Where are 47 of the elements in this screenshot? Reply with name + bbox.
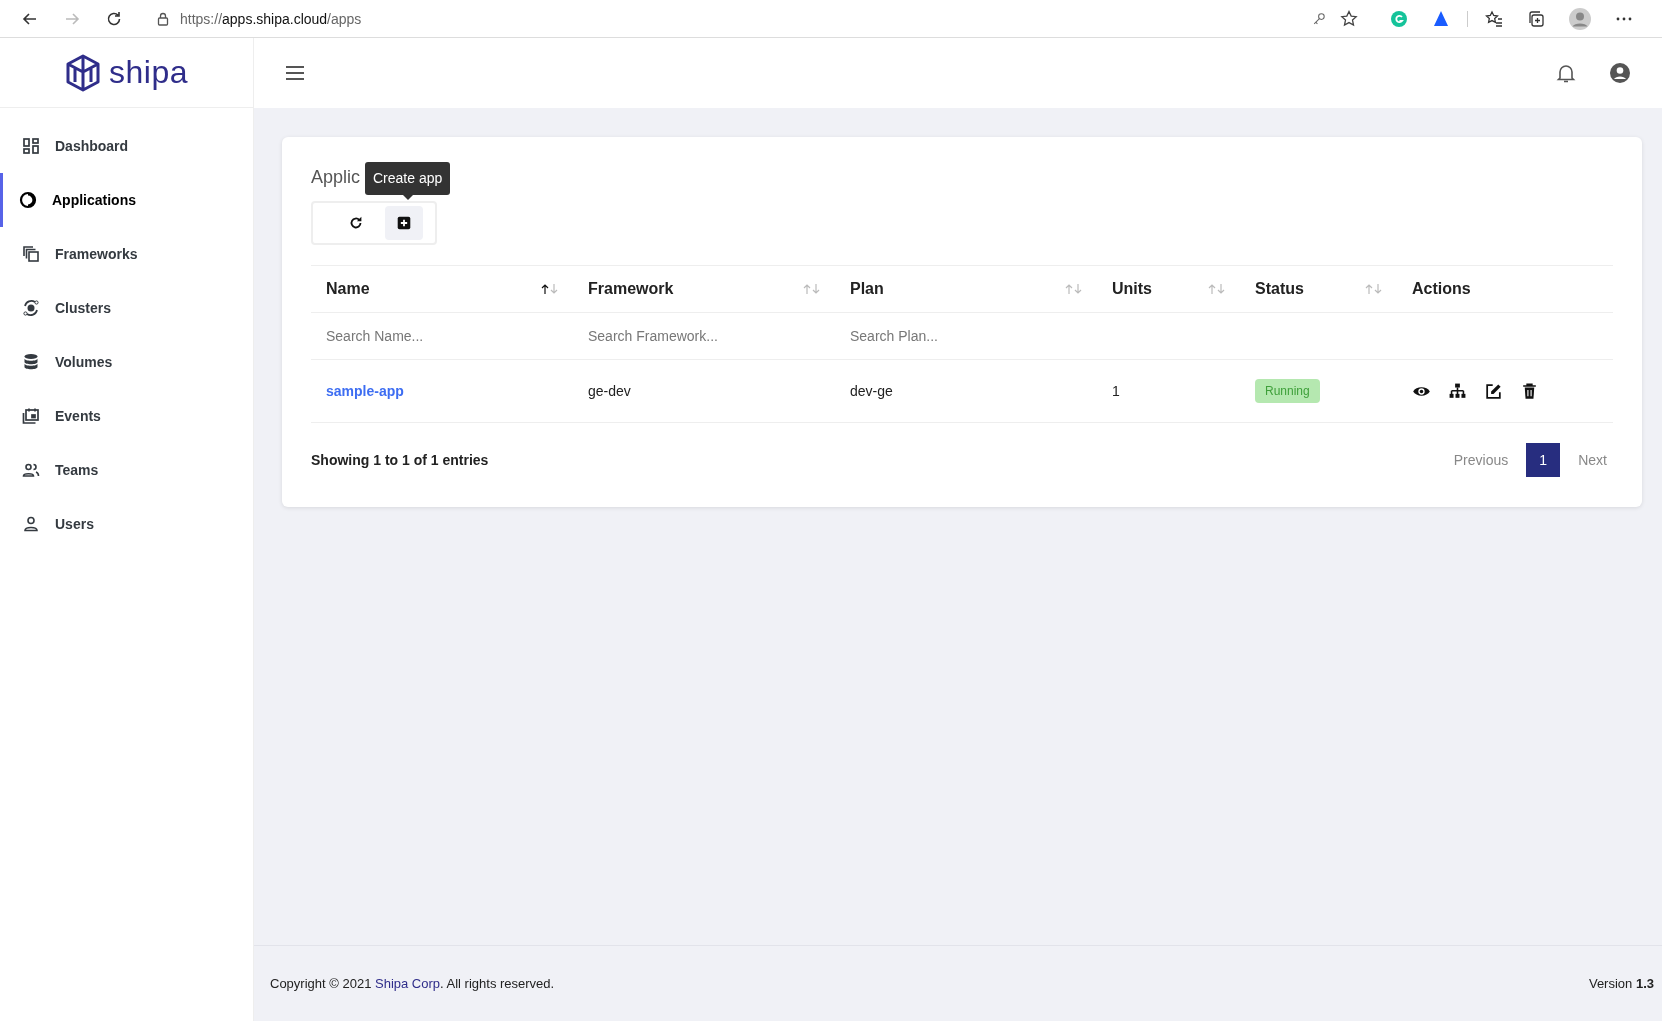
profile-avatar-icon[interactable]: [1568, 6, 1592, 31]
url-text: https://apps.shipa.cloud/apps: [180, 10, 362, 27]
hierarchy-icon[interactable]: [1448, 381, 1467, 401]
sidebar-item[interactable]: Volumes: [0, 335, 253, 389]
card-title: Applic: [311, 167, 361, 188]
tooltip: Create app: [365, 162, 451, 195]
sidebar-item[interactable]: Teams: [0, 443, 253, 497]
previous-link[interactable]: Previous: [1447, 452, 1515, 468]
orbit-icon: [21, 298, 41, 318]
plus-square-icon: [395, 214, 413, 232]
column-header[interactable]: Plan: [850, 280, 884, 298]
app-name-link[interactable]: sample-app: [326, 383, 404, 399]
sort-icon[interactable]: [540, 283, 560, 295]
account-icon[interactable]: [1608, 61, 1632, 85]
grid-icon: [21, 136, 41, 156]
copyright-text: Copyright © 2021 Shipa Corp. All rights reserved.: [270, 976, 555, 991]
sidebar-item[interactable]: Dashboard: [0, 119, 253, 173]
version-text: Version 1.3: [1588, 976, 1654, 991]
stacked-squares-icon: [21, 244, 41, 264]
column-header[interactable]: Status: [1255, 280, 1304, 298]
column-header[interactable]: Framework: [588, 280, 674, 298]
create-app-button[interactable]: [385, 206, 423, 240]
collections-icon[interactable]: [1526, 8, 1546, 29]
entries-summary: Showing 1 to 1 of 1 entries: [311, 452, 489, 468]
column-header[interactable]: Name: [326, 280, 370, 298]
table-cell: 1: [1112, 383, 1120, 399]
ring-icon: [18, 190, 38, 210]
edit-icon[interactable]: [1484, 381, 1503, 401]
person-icon: [21, 514, 41, 534]
logo-text: shipa: [109, 54, 188, 91]
calendar-icon: [21, 406, 41, 426]
status-badge: Running: [1255, 379, 1320, 403]
table-cell: dev-ge: [850, 383, 893, 399]
column-header[interactable]: Units: [1112, 280, 1152, 298]
lock-icon: [156, 11, 170, 26]
sidebar-item[interactable]: Frameworks: [0, 227, 253, 281]
sidebar-item[interactable]: Clusters: [0, 281, 253, 335]
sidebar-item[interactable]: Events: [0, 389, 253, 443]
sidebar-item[interactable]: Users: [0, 497, 253, 551]
key-icon[interactable]: [1311, 10, 1327, 27]
favorite-icon[interactable]: [1339, 8, 1359, 29]
table-cell: ge-dev: [588, 383, 631, 399]
page-button[interactable]: 1: [1526, 443, 1561, 477]
tooltip-pointer-icon: [402, 195, 413, 200]
delete-icon[interactable]: [1520, 381, 1539, 401]
column-header[interactable]: Actions: [1412, 280, 1471, 298]
next-link[interactable]: Next: [1572, 452, 1613, 468]
